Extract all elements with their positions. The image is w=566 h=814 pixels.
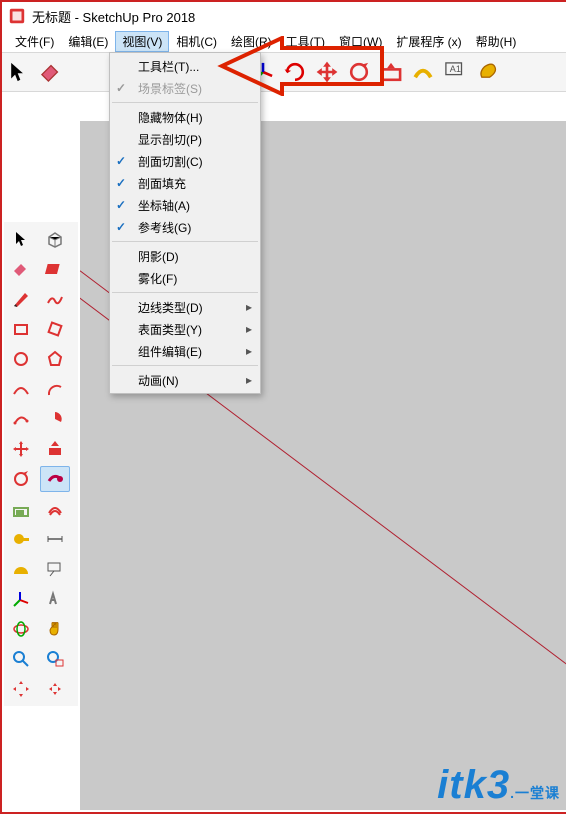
watermark-sub: .一堂课	[510, 785, 560, 801]
select-tool-icon[interactable]	[6, 59, 32, 85]
tape-icon[interactable]	[6, 526, 36, 552]
offset-tool-icon[interactable]	[410, 59, 436, 85]
check-icon: ✓	[116, 81, 126, 95]
axes-icon[interactable]	[6, 586, 36, 612]
menu-item-label: 剖面填充	[138, 175, 186, 192]
menu-item-label: 隐藏物体(H)	[138, 109, 203, 126]
rotated-rect-icon[interactable]	[40, 316, 70, 342]
arc3-icon[interactable]	[6, 406, 36, 432]
watermark: itk3.一堂课	[437, 763, 560, 808]
titlebar: 无标题 - SketchUp Pro 2018	[2, 2, 566, 30]
eraser-tool-icon[interactable]	[38, 59, 64, 85]
menu-item-fog[interactable]: 雾化(F)	[110, 267, 260, 289]
menu-item-section-fill[interactable]: ✓ 剖面填充	[110, 172, 260, 194]
menu-item-label: 剖面切割(C)	[138, 153, 203, 170]
zoom-window-icon[interactable]	[40, 646, 70, 672]
menu-item-label: 雾化(F)	[138, 270, 177, 287]
arc2-icon[interactable]	[40, 376, 70, 402]
menu-item-label: 阴影(D)	[138, 248, 179, 265]
menu-item-edge-style[interactable]: 边线类型(D) ▸	[110, 296, 260, 318]
menu-item-guides[interactable]: ✓ 参考线(G)	[110, 216, 260, 238]
menu-item-axes[interactable]: ✓ 坐标轴(A)	[110, 194, 260, 216]
menu-item-label: 显示剖切(P)	[138, 131, 202, 148]
orbit-icon[interactable]	[6, 616, 36, 642]
rectangle-icon[interactable]	[6, 316, 36, 342]
menu-separator	[112, 241, 258, 242]
box-icon[interactable]	[40, 226, 70, 252]
followme-icon[interactable]	[40, 466, 70, 492]
watermark-main: itk3	[437, 763, 510, 807]
menu-extensions[interactable]: 扩展程序 (x)	[389, 31, 468, 52]
check-icon: ✓	[116, 198, 126, 212]
menu-item-label: 工具栏(T)...	[138, 58, 199, 75]
menu-item-component-edit[interactable]: 组件编辑(E) ▸	[110, 340, 260, 362]
menu-item-label: 组件编辑(E)	[138, 343, 202, 360]
annotation-arrow	[212, 36, 392, 96]
text-icon[interactable]	[40, 556, 70, 582]
menu-separator	[112, 292, 258, 293]
view-menu-dropdown: 工具栏(T)... ✓ 场景标签(S) 隐藏物体(H) 显示剖切(P) ✓ 剖面切割…	[109, 52, 261, 394]
menu-item-animation[interactable]: 动画(N) ▸	[110, 369, 260, 391]
menu-item-label: 边线类型(D)	[138, 299, 203, 316]
menu-item-label: 动画(N)	[138, 372, 179, 389]
select-icon[interactable]	[6, 226, 36, 252]
paint-tool-icon[interactable]	[474, 59, 500, 85]
polygon-icon[interactable]	[40, 346, 70, 372]
pencil-icon[interactable]	[6, 286, 36, 312]
menu-item-label: 参考线(G)	[138, 219, 191, 236]
app-icon	[8, 7, 26, 25]
menu-item-label: 表面类型(Y)	[138, 321, 202, 338]
zoom-extents-icon[interactable]	[6, 676, 36, 702]
dimension-icon[interactable]	[40, 526, 70, 552]
text-tool-icon[interactable]: A1	[442, 59, 468, 85]
menu-item-shadows[interactable]: 阴影(D)	[110, 245, 260, 267]
pushpull-icon[interactable]	[40, 436, 70, 462]
eraser-icon[interactable]	[6, 256, 36, 282]
menu-item-label: 坐标轴(A)	[138, 197, 190, 214]
zoom-extents2-icon[interactable]	[40, 676, 70, 702]
arc-icon[interactable]	[6, 376, 36, 402]
menu-separator	[112, 365, 258, 366]
svg-text:A1: A1	[450, 64, 461, 74]
submenu-arrow-icon: ▸	[246, 344, 252, 358]
offset2-icon[interactable]	[40, 496, 70, 522]
check-icon: ✓	[116, 176, 126, 190]
menu-item-section-cuts[interactable]: ✓ 剖面切割(C)	[110, 150, 260, 172]
check-icon: ✓	[116, 154, 126, 168]
move-icon[interactable]	[6, 436, 36, 462]
menu-item-hidden-geometry[interactable]: 隐藏物体(H)	[110, 106, 260, 128]
menu-item-label: 场景标签(S)	[138, 80, 202, 97]
menu-item-face-style[interactable]: 表面类型(Y) ▸	[110, 318, 260, 340]
submenu-arrow-icon: ▸	[246, 300, 252, 314]
menu-file[interactable]: 文件(F)	[8, 31, 61, 52]
pie-icon[interactable]	[40, 406, 70, 432]
check-icon: ✓	[116, 220, 126, 234]
menu-view[interactable]: 视图(V)	[115, 31, 169, 52]
zoom-icon[interactable]	[6, 646, 36, 672]
submenu-arrow-icon: ▸	[246, 373, 252, 387]
menu-edit[interactable]: 编辑(E)	[61, 31, 115, 52]
protractor-icon[interactable]	[6, 556, 36, 582]
menu-separator	[112, 102, 258, 103]
circle-icon[interactable]	[6, 346, 36, 372]
left-toolbox	[4, 222, 78, 706]
3dtext-icon[interactable]	[40, 586, 70, 612]
material-icon[interactable]	[40, 256, 70, 282]
menu-help[interactable]: 帮助(H)	[469, 31, 524, 52]
window-title: 无标题 - SketchUp Pro 2018	[32, 7, 195, 26]
rotate-icon[interactable]	[6, 466, 36, 492]
submenu-arrow-icon: ▸	[246, 322, 252, 336]
pan-icon[interactable]	[40, 616, 70, 642]
menu-item-section-planes[interactable]: 显示剖切(P)	[110, 128, 260, 150]
scale-icon[interactable]	[6, 496, 36, 522]
freehand-icon[interactable]	[40, 286, 70, 312]
